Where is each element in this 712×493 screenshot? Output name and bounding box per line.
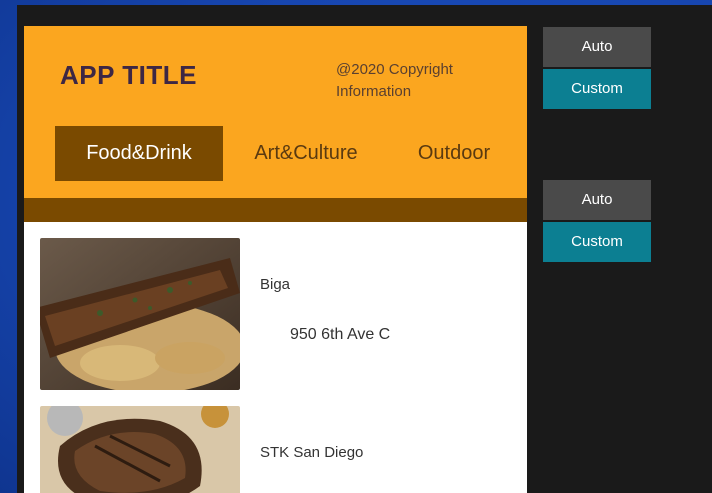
app-header: APP TITLE @2020 Copyright Information Fo… [24,26,527,198]
custom-button[interactable]: Custom [543,69,651,109]
listing-photo [40,238,240,390]
custom-button[interactable]: Custom [543,222,651,262]
listing-name: Biga [260,276,291,293]
auto-button[interactable]: Auto [543,27,651,67]
header-divider [24,198,527,222]
list-item[interactable]: Biga 950 6th Ave C [40,238,510,390]
list-item[interactable]: STK San Diego [40,406,510,493]
listing-photo [40,406,240,493]
auto-button[interactable]: Auto [543,180,651,220]
app-title: APP TITLE [60,60,197,90]
listing-address: 950 6th Ave C [290,326,391,343]
tab-outdoor[interactable]: Outdoor [399,126,509,181]
copyright-text: @2020 Copyright Information [336,61,453,100]
app-preview: APP TITLE @2020 Copyright Information Fo… [24,26,527,493]
tab-food-drink[interactable]: Food&Drink [55,126,223,181]
listing-name: STK San Diego [260,444,364,461]
tab-art-culture[interactable]: Art&Culture [236,126,376,181]
